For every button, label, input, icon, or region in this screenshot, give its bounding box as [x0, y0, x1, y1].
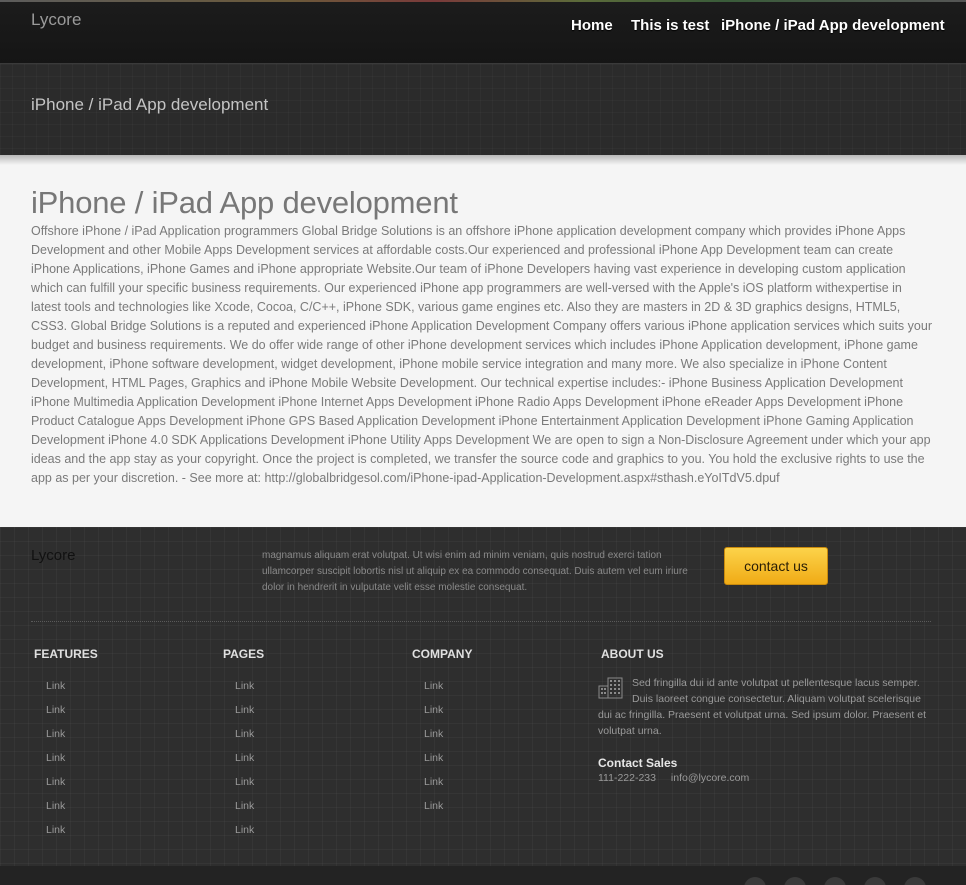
article-body: Offshore iPhone / iPad Application progr…: [31, 224, 932, 485]
footer-column-pages: PAGES Link Link Link Link Link Link Link: [223, 647, 264, 844]
footer-link[interactable]: Link: [412, 776, 443, 788]
footer-blurb: magnamus aliquam erat volutpat. Ut wisi …: [262, 550, 688, 593]
footer-link[interactable]: Link: [34, 776, 65, 788]
footer-link[interactable]: Link: [223, 728, 254, 740]
footer-link[interactable]: Link: [223, 800, 254, 812]
footer-column-features: FEATURES Link Link Link Link Link Link L…: [34, 647, 98, 844]
top-navbar: Lycore Home This is test iPhone / iPad A…: [0, 0, 966, 63]
brand-logo[interactable]: Lycore: [31, 10, 81, 30]
column-title-pages: PAGES: [223, 647, 265, 661]
footer-column-company: COMPANY Link Link Link Link Link Link: [412, 647, 472, 820]
contact-us-button[interactable]: contact us: [724, 547, 828, 585]
building-icon: [598, 677, 624, 699]
footer-link[interactable]: Link: [34, 728, 65, 740]
contact-phone: 111-222-233: [598, 772, 656, 784]
footer-link[interactable]: Link: [223, 752, 254, 764]
article-heading: iPhone / iPad App development: [31, 185, 458, 220]
main-content: iPhone / iPad App development Offshore i…: [0, 155, 966, 527]
nav-item-this-is-test[interactable]: This is test: [631, 17, 709, 34]
footer-link[interactable]: Link: [223, 704, 254, 716]
page-title-bar: iPhone / iPad App development: [0, 63, 966, 155]
footer-bottom-strip: [0, 866, 966, 885]
column-title-about: ABOUT US: [601, 647, 664, 661]
contact-sales-title: Contact Sales: [598, 756, 678, 770]
footer-link[interactable]: Link: [412, 680, 443, 692]
top-color-stripe: [0, 0, 966, 2]
footer-divider: [31, 621, 931, 622]
footer-column-about: ABOUT US Sed fringilla dui id ante volut…: [598, 647, 934, 784]
nav-item-home[interactable]: Home: [571, 17, 613, 34]
column-title-features: FEATURES: [34, 647, 98, 661]
column-title-company: COMPANY: [412, 647, 473, 661]
footer-link[interactable]: Link: [34, 704, 65, 716]
footer-link[interactable]: Link: [34, 680, 65, 692]
footer-link[interactable]: Link: [412, 752, 443, 764]
contact-sales-details: 111-222-233 info@lycore.com: [598, 772, 934, 784]
footer-link[interactable]: Link: [34, 800, 65, 812]
footer: Lycore magnamus aliquam erat volutpat. U…: [0, 527, 966, 885]
footer-link[interactable]: Link: [223, 824, 254, 836]
footer-link[interactable]: Link: [412, 704, 443, 716]
footer-link[interactable]: Link: [223, 776, 254, 788]
page-title: iPhone / iPad App development: [31, 95, 269, 114]
footer-link[interactable]: Link: [34, 824, 65, 836]
footer-link[interactable]: Link: [34, 752, 65, 764]
about-text: Sed fringilla dui id ante volutpat ut pe…: [598, 677, 927, 737]
about-text-block: Sed fringilla dui id ante volutpat ut pe…: [598, 675, 934, 739]
footer-link[interactable]: Link: [412, 728, 443, 740]
footer-link[interactable]: Link: [412, 800, 443, 812]
footer-link[interactable]: Link: [223, 680, 254, 692]
contact-email[interactable]: info@lycore.com: [671, 772, 749, 784]
nav-item-iphone-ipad-app-development[interactable]: iPhone / iPad App development: [721, 17, 945, 34]
content-top-shadow: [0, 155, 966, 165]
footer-brand: Lycore: [31, 547, 76, 564]
